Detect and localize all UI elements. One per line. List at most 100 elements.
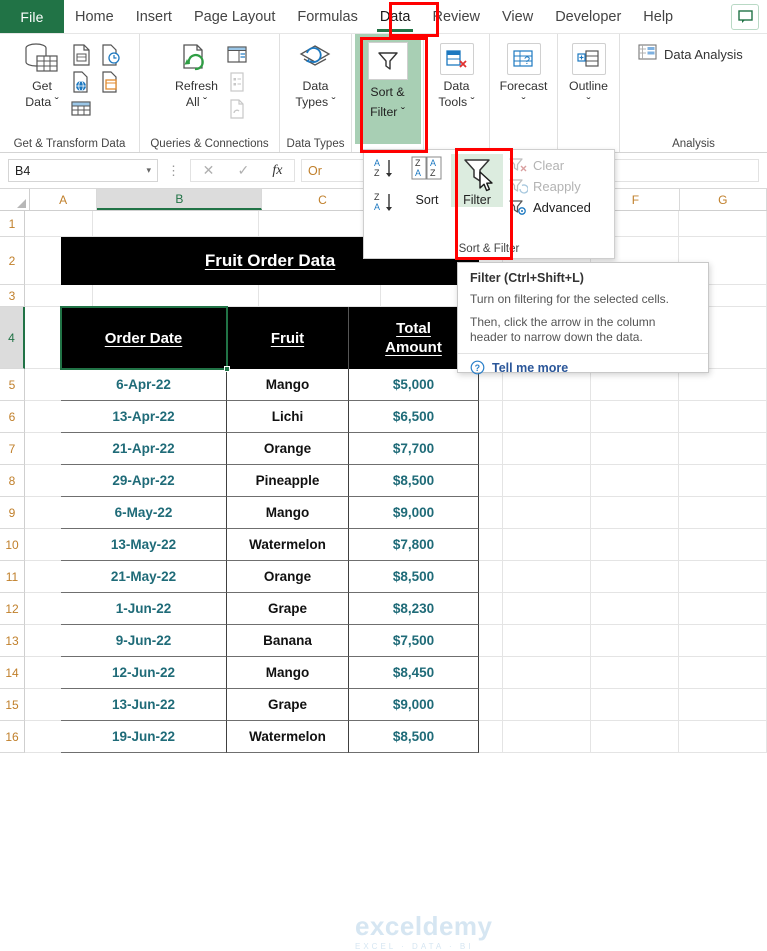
row-header-11[interactable]: 11 [0,561,25,593]
cell-date-5[interactable]: 6-May-22 [61,497,227,529]
properties-button[interactable] [224,69,250,95]
cell-fruit-3[interactable]: Orange [227,433,349,465]
edit-links-button[interactable] [224,96,250,122]
cell-fruit-1[interactable]: Mango [227,369,349,401]
select-all-corner[interactable] [0,189,30,210]
row-header-3[interactable]: 3 [0,285,25,307]
cell-date-6[interactable]: 13-May-22 [61,529,227,561]
cell-amount-6[interactable]: $7,800 [349,529,479,561]
queries-connections-pane-button[interactable] [224,42,250,68]
cell-amount-9[interactable]: $7,500 [349,625,479,657]
row-header-4[interactable]: 4 [0,307,25,369]
cell-amount-1[interactable]: $5,000 [349,369,479,401]
from-text-csv-button[interactable] [68,42,94,68]
get-data-button[interactable]: Get Data ˇ [16,38,68,109]
cell-amount-11[interactable]: $9,000 [349,689,479,721]
outline-button[interactable]: Outline ˇ [563,38,615,109]
row-header-5[interactable]: 5 [0,369,25,401]
cell-fruit-6[interactable]: Watermelon [227,529,349,561]
name-box[interactable]: B4 ▾ [8,159,158,182]
column-header-a[interactable]: A [29,189,98,210]
cell-date-10[interactable]: 12-Jun-22 [61,657,227,689]
tab-view[interactable]: View [491,0,544,33]
cell-date-4[interactable]: 29-Apr-22 [61,465,227,497]
tab-review[interactable]: Review [421,0,491,33]
cell-fruit-11[interactable]: Grape [227,689,349,721]
cell-date-11[interactable]: 13-Jun-22 [61,689,227,721]
column-header-b[interactable]: B [97,189,263,210]
data-types-button[interactable]: Data Types ˇ [289,38,341,109]
confirm-formula-icon[interactable]: ✓ [237,162,249,179]
cell-date-12[interactable]: 19-Jun-22 [61,721,227,753]
tab-insert[interactable]: Insert [125,0,183,33]
row-header-10[interactable]: 10 [0,529,25,561]
column-header-g[interactable]: G [679,189,767,210]
cell-amount-4[interactable]: $8,500 [349,465,479,497]
cell-fruit-7[interactable]: Orange [227,561,349,593]
sort-filter-button[interactable]: Sort & Filter ˇ [354,34,421,144]
group-label-get-transform: Get & Transform Data [13,138,126,150]
cell-amount-2[interactable]: $6,500 [349,401,479,433]
tab-help[interactable]: Help [632,0,684,33]
existing-connections-button[interactable] [68,96,94,122]
tab-file-label: File [20,8,44,25]
cell-fruit-8[interactable]: Grape [227,593,349,625]
fill-handle[interactable] [224,366,230,372]
cell-fruit-10[interactable]: Mango [227,657,349,689]
row-header-12[interactable]: 12 [0,593,25,625]
row-header-9[interactable]: 9 [0,497,25,529]
cell-date-9[interactable]: 9-Jun-22 [61,625,227,657]
refresh-all-button[interactable]: Refresh All ˇ [169,38,224,109]
row-header-7[interactable]: 7 [0,433,25,465]
tab-formulas[interactable]: Formulas [286,0,368,33]
from-web-button[interactable] [68,69,94,95]
row-header-1[interactable]: 1 [0,211,25,237]
filter-button[interactable]: Filter [451,154,503,207]
tab-developer[interactable]: Developer [544,0,632,33]
forecast-button[interactable]: ? Forecast ˇ [494,38,554,109]
name-box-dropdown-icon[interactable]: ▾ [146,165,151,176]
cell-amount-3[interactable]: $7,700 [349,433,479,465]
cell-fruit-9[interactable]: Banana [227,625,349,657]
from-recent-sources-button[interactable] [97,42,123,68]
tab-page-layout[interactable]: Page Layout [183,0,286,33]
cell-fruit-4[interactable]: Pineapple [227,465,349,497]
cell-amount-8[interactable]: $8,230 [349,593,479,625]
cell-date-2[interactable]: 13-Apr-22 [61,401,227,433]
advanced-button[interactable]: Advanced [509,199,591,216]
cell-fruit-2[interactable]: Lichi [227,401,349,433]
row-header-13[interactable]: 13 [0,625,25,657]
comment-button[interactable] [731,4,759,30]
cell-amount-10[interactable]: $8,450 [349,657,479,689]
cell-fruit-5[interactable]: Mango [227,497,349,529]
cell-date-8[interactable]: 1-Jun-22 [61,593,227,625]
tab-file[interactable]: File [0,0,64,33]
data-tools-button[interactable]: Data Tools ˇ [431,38,483,109]
row-header-15[interactable]: 15 [0,689,25,721]
tab-data[interactable]: Data [369,0,422,33]
cell-date-7[interactable]: 21-May-22 [61,561,227,593]
sort-ascending-button[interactable]: A Z [373,157,399,186]
cell-amount-7[interactable]: $8,500 [349,561,479,593]
sort-button[interactable]: Z A A Z Sort [403,154,451,207]
reapply-button[interactable]: Reapply [509,178,591,195]
data-analysis-button[interactable]: Data Analysis [630,40,751,69]
cell-amount-12[interactable]: $8,500 [349,721,479,753]
row-header-14[interactable]: 14 [0,657,25,689]
sort-descending-button[interactable]: Z A [373,191,399,220]
cell-date-3[interactable]: 21-Apr-22 [61,433,227,465]
clear-button[interactable]: Clear [509,157,591,174]
row-header-6[interactable]: 6 [0,401,25,433]
insert-function-icon[interactable]: fx [272,163,282,179]
from-table-range-button[interactable] [97,69,123,95]
formula-bar-options-icon[interactable]: ⋮ [167,163,181,179]
cell-fruit-12[interactable]: Watermelon [227,721,349,753]
cancel-formula-icon[interactable]: ✕ [203,162,215,179]
cell-date-1[interactable]: 6-Apr-22 [61,369,227,401]
cell-amount-5[interactable]: $9,000 [349,497,479,529]
row-header-2[interactable]: 2 [0,237,25,285]
tab-home[interactable]: Home [64,0,125,33]
row-header-16[interactable]: 16 [0,721,25,753]
row-header-8[interactable]: 8 [0,465,25,497]
tell-me-more-link[interactable]: ? Tell me more [470,360,696,375]
